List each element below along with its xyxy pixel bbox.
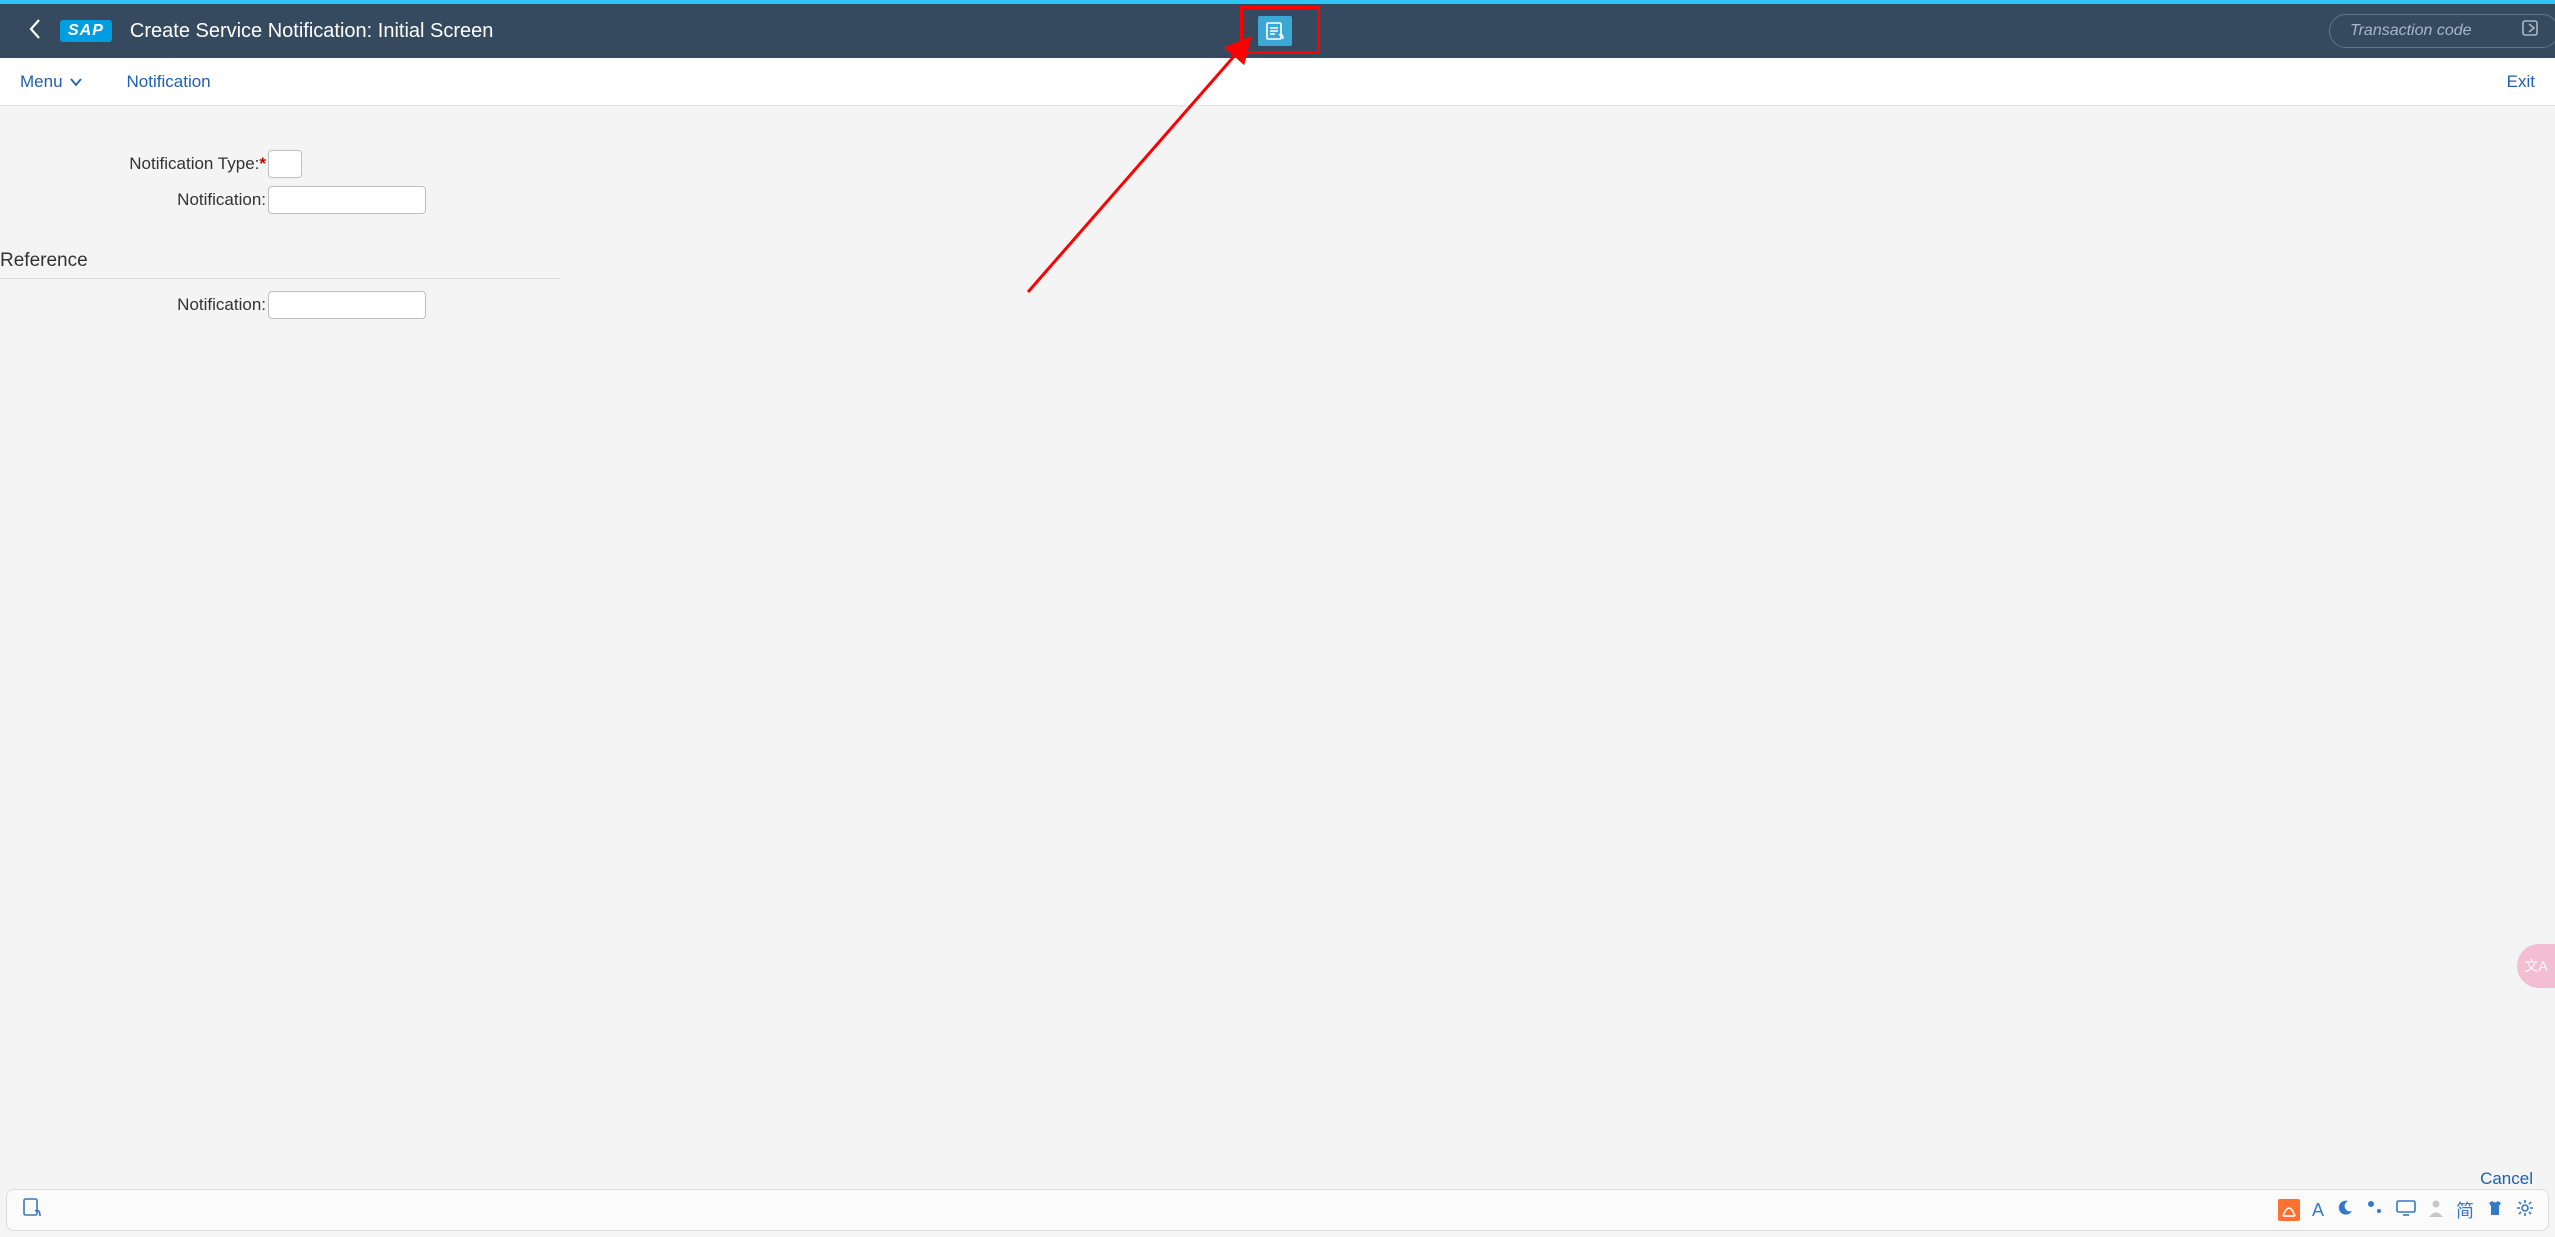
page-title: Create Service Notification: Initial Scr…: [130, 20, 494, 43]
menu-exit[interactable]: Exit: [2507, 72, 2535, 92]
label-notification-type: Notification Type:*: [0, 154, 268, 174]
menu-bar: Menu Notification Exit: [0, 58, 2555, 106]
section-divider: [0, 278, 560, 279]
label-reference-notification: Notification:: [0, 295, 268, 315]
transaction-go-button[interactable]: [2521, 19, 2541, 43]
back-button[interactable]: [0, 18, 60, 45]
menu-notification[interactable]: Notification: [127, 72, 211, 92]
main-form: Notification Type:* Notification: Refere…: [0, 106, 2555, 319]
note-icon: [21, 1197, 43, 1219]
section-title-reference: Reference: [0, 250, 2555, 278]
label-notification: Notification:: [0, 190, 268, 210]
tray-user-icon[interactable]: [2428, 1199, 2444, 1222]
row-notification-type: Notification Type:*: [0, 150, 2555, 178]
user-icon: [2428, 1199, 2444, 1217]
tray-shirt-icon[interactable]: [2486, 1199, 2504, 1222]
row-reference-notification: Notification:: [0, 291, 2555, 319]
go-icon: [2521, 19, 2541, 37]
moon-icon: [2336, 1199, 2354, 1217]
sparkle-icon: [2366, 1199, 2384, 1217]
input-notification-type[interactable]: [268, 150, 302, 178]
chevron-left-icon: [28, 18, 42, 40]
menu-dropdown[interactable]: Menu: [20, 72, 83, 92]
system-tray: A 简: [2278, 1197, 2534, 1223]
menu-label: Menu: [20, 72, 63, 92]
shirt-icon: [2486, 1199, 2504, 1217]
footer-note-icon[interactable]: [21, 1197, 43, 1224]
status-bar: A 简: [6, 1189, 2549, 1231]
tray-font-icon[interactable]: A: [2312, 1200, 2324, 1221]
tray-moon-icon[interactable]: [2336, 1199, 2354, 1222]
app-header: SAP Create Service Notification: Initial…: [0, 4, 2555, 58]
required-asterisk: *: [259, 154, 266, 173]
floating-translate-widget[interactable]: 文A: [2517, 944, 2555, 988]
gear-icon: [2516, 1199, 2534, 1217]
screen-icon: [2396, 1200, 2416, 1216]
cancel-button[interactable]: Cancel: [2480, 1169, 2533, 1189]
input-reference-notification[interactable]: [268, 291, 426, 319]
tray-sparkle-icon[interactable]: [2366, 1199, 2384, 1222]
note-icon: [1264, 21, 1286, 41]
center-tool-icon-button[interactable]: [1258, 16, 1292, 46]
sap-logo: SAP: [60, 20, 112, 42]
tray-gear-icon[interactable]: [2516, 1199, 2534, 1222]
row-notification: Notification:: [0, 186, 2555, 214]
tray-jian-icon[interactable]: 简: [2456, 1197, 2474, 1223]
content-area: Notification Type:* Notification: Refere…: [0, 106, 2555, 1201]
network-icon: [2281, 1202, 2297, 1218]
tray-screen-icon[interactable]: [2396, 1200, 2416, 1221]
transaction-code-area: [2329, 14, 2555, 48]
input-notification[interactable]: [268, 186, 426, 214]
tray-orange-icon[interactable]: [2278, 1199, 2300, 1221]
chevron-down-icon: [69, 72, 83, 92]
